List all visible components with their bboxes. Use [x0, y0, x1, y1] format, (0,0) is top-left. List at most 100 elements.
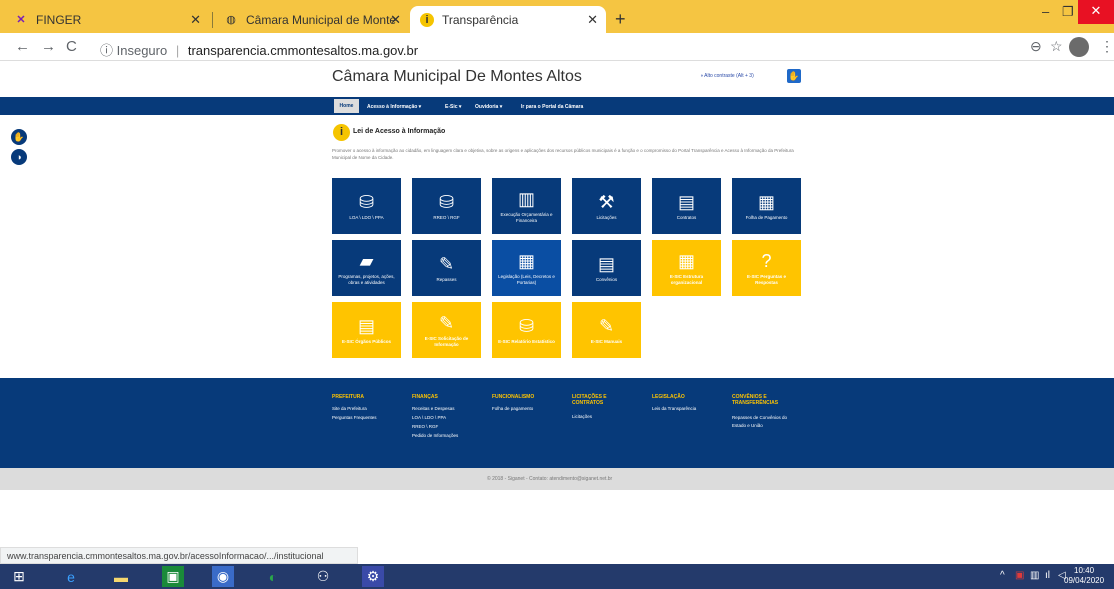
document-icon: ▤	[677, 191, 695, 212]
forward-icon[interactable]: →	[41, 38, 56, 55]
footer-heading-prefeitura: PREFEITURA	[332, 394, 364, 400]
coins-database-icon: ⛁	[358, 191, 375, 212]
tile-label: E-SIC Perguntas e Respostas	[746, 274, 786, 285]
footer-heading-financas: FINANÇAS	[412, 394, 438, 400]
tile-execucao-orcamentaria[interactable]: ▥ Execução Orçamentária e Financeira	[492, 178, 561, 234]
taskbar-clock[interactable]: 10:40 09/04/2020	[1064, 566, 1104, 586]
clipboard-icon: ▦	[757, 191, 775, 212]
tile-esic-manuais[interactable]: ✎ E-SIC Manuais	[572, 302, 641, 358]
tile-convenios[interactable]: ▤ Convênios	[572, 240, 641, 296]
tile-repasses[interactable]: ✎ Repasses	[412, 240, 481, 296]
close-icon[interactable]: ✕	[587, 12, 598, 28]
tile-loa-ldo-ppa[interactable]: ⛁ LOA \ LDO \ PPA	[332, 178, 401, 234]
tile-esic-orgaos[interactable]: ▤ E-SIC Órgãos Públicos	[332, 302, 401, 358]
people-icon[interactable]: ⚇	[312, 566, 334, 587]
tile-folha-pagamento[interactable]: ▦ Folha de Pagamento	[732, 178, 801, 234]
tile-esic-solicitacao[interactable]: ✎ E-SIC Solicitação de Informação	[412, 302, 481, 358]
tile-rreo-rgf[interactable]: ⛁ RREO \ RGF	[412, 178, 481, 234]
question-icon: ?	[761, 251, 772, 271]
window-close-button[interactable]: ✕	[1078, 0, 1114, 24]
file-explorer-icon[interactable]: ▬	[110, 566, 132, 587]
footer-heading-convenios: CONVÊNIOS E TRANSFERÊNCIAS	[732, 394, 779, 406]
tile-licitacoes[interactable]: ⚒ Licitações	[572, 178, 641, 234]
tile-label: LOA \ LDO \ PPA	[349, 214, 384, 220]
chrome-icon[interactable]: ◉	[212, 566, 234, 587]
info-icon: ⓘ	[100, 43, 117, 58]
settings-gear-icon[interactable]: ⚙	[362, 566, 384, 587]
bookmark-star-icon[interactable]: ☆	[1050, 38, 1063, 55]
contrast-side-button[interactable]: ◑	[11, 149, 27, 165]
tab-title: Transparência	[442, 12, 519, 27]
folder-icon: ▰	[359, 251, 374, 271]
footer-link[interactable]: Pedido de Informações	[412, 433, 458, 438]
url-separator: |	[175, 43, 180, 58]
maximize-button[interactable]: ❐	[1062, 4, 1074, 20]
close-icon[interactable]: ✕	[190, 12, 201, 28]
new-tab-button[interactable]: +	[615, 9, 626, 30]
nav-home[interactable]: Home	[334, 99, 359, 113]
document-icon: ▤	[597, 253, 615, 274]
footer-heading-funcionalismo: FUNCIONALISMO	[492, 394, 535, 400]
tile-esic-relatorio[interactable]: ⛁ E-SIC Relatório Estatístico	[492, 302, 561, 358]
tile-esic-perguntas[interactable]: ? E-SIC Perguntas e Respostas	[732, 240, 801, 296]
tile-esic-estrutura[interactable]: ▦ E-SIC Estrutura organizacional	[652, 240, 721, 296]
finger-logo-icon: ✕	[16, 14, 26, 26]
calendar-icon: ▦	[517, 251, 535, 271]
tile-label: Programas, projetos, ações, obras e ativ…	[338, 274, 395, 285]
nav-portal-camara[interactable]: Ir para o Portal da Câmara	[521, 104, 583, 110]
tile-label: Legislação (Leis, Decretos e Portarias)	[498, 274, 555, 285]
tab-separator	[212, 12, 213, 28]
tile-label: E-SIC Solicitação de Informação	[424, 336, 469, 347]
footer-link[interactable]: Site da Prefeitura	[332, 406, 367, 411]
document-icon: ▤	[357, 315, 375, 336]
nav-acesso-informacao[interactable]: Acesso à Informação ▾	[367, 104, 421, 110]
section-title: Lei de Acesso à Informação	[353, 128, 446, 135]
url-field[interactable]: ⓘ Inseguro | transparencia.cmmontesaltos…	[100, 40, 418, 59]
windows-start-icon[interactable]: ⊞	[8, 566, 30, 587]
info-favicon-icon: i	[420, 12, 434, 27]
reload-icon[interactable]: C	[66, 38, 77, 55]
minimize-button[interactable]: –	[1042, 4, 1049, 19]
footer-link[interactable]: LOA \ LDO \ PPA	[412, 415, 446, 420]
footer-link[interactable]: Licitações	[572, 414, 592, 419]
nav-esic[interactable]: E-Sic ▾	[445, 104, 461, 110]
close-icon[interactable]: ✕	[390, 12, 401, 28]
url-host: transparencia.cmmontesaltos.ma.gov.br	[187, 43, 419, 58]
tile-label: Repasses	[436, 276, 457, 282]
tray-chevron-icon[interactable]: ^	[1000, 570, 1005, 581]
tile-label: Convênios	[595, 276, 618, 282]
accessibility-side-button[interactable]: ✋	[11, 129, 27, 145]
clock-time: 10:40	[1074, 566, 1095, 575]
store-icon[interactable]: ▣	[162, 566, 184, 587]
tile-legislacao[interactable]: ▦ Legislação (Leis, Decretos e Portarias…	[492, 240, 561, 296]
tile-label: Folha de Pagamento	[745, 214, 788, 220]
edit-icon: ✎	[598, 315, 615, 336]
site-footer	[0, 378, 1114, 468]
internet-explorer-icon[interactable]: e	[60, 566, 82, 587]
tab-transparencia[interactable]: i Transparência ✕	[410, 6, 606, 33]
tab-finger[interactable]: ✕ FINGER ✕	[4, 6, 209, 33]
network-icon[interactable]: ▥	[1030, 570, 1039, 581]
accessibility-icon[interactable]: ✋	[787, 69, 801, 83]
signal-icon[interactable]: ıl	[1045, 570, 1050, 581]
tab-camara[interactable]: ◍ Câmara Municipal de Montes Alt ✕	[214, 6, 409, 33]
footer-link[interactable]: RREO \ RGF	[412, 424, 438, 429]
footer-link[interactable]: Leis da Transparência	[652, 406, 696, 411]
high-contrast-link[interactable]: ◑ Alto contraste (Alt + 3)	[700, 73, 754, 79]
edit-icon: ✎	[438, 253, 455, 274]
footer-link[interactable]: Folha de pagamento	[492, 406, 533, 411]
footer-link[interactable]: Perguntas Frequentes	[332, 415, 377, 420]
footer-link[interactable]: Receitas e Despesas	[412, 406, 455, 411]
tray-app-icon[interactable]: ▣	[1015, 570, 1024, 581]
tile-programas-projetos[interactable]: ▰ Programas, projetos, ações, obras e at…	[332, 240, 401, 296]
tile-contratos[interactable]: ▤ Contratos	[652, 178, 721, 234]
back-icon[interactable]: ←	[15, 38, 30, 55]
zoom-icon[interactable]: ⊖	[1030, 38, 1042, 55]
app-icon[interactable]: ◐	[262, 566, 284, 587]
nav-ouvidoria[interactable]: Ouvidoria ▾	[475, 104, 502, 110]
profile-avatar[interactable]	[1069, 37, 1089, 57]
menu-dots-icon[interactable]: ⋮	[1100, 38, 1114, 55]
footer-link[interactable]: Repasses de Convênios do Estado e União	[732, 414, 797, 430]
footer-heading-legislacao: LEGISLAÇÃO	[652, 394, 685, 400]
footer-heading-licitacoes: LICITAÇÕES E CONTRATOS	[572, 394, 607, 406]
